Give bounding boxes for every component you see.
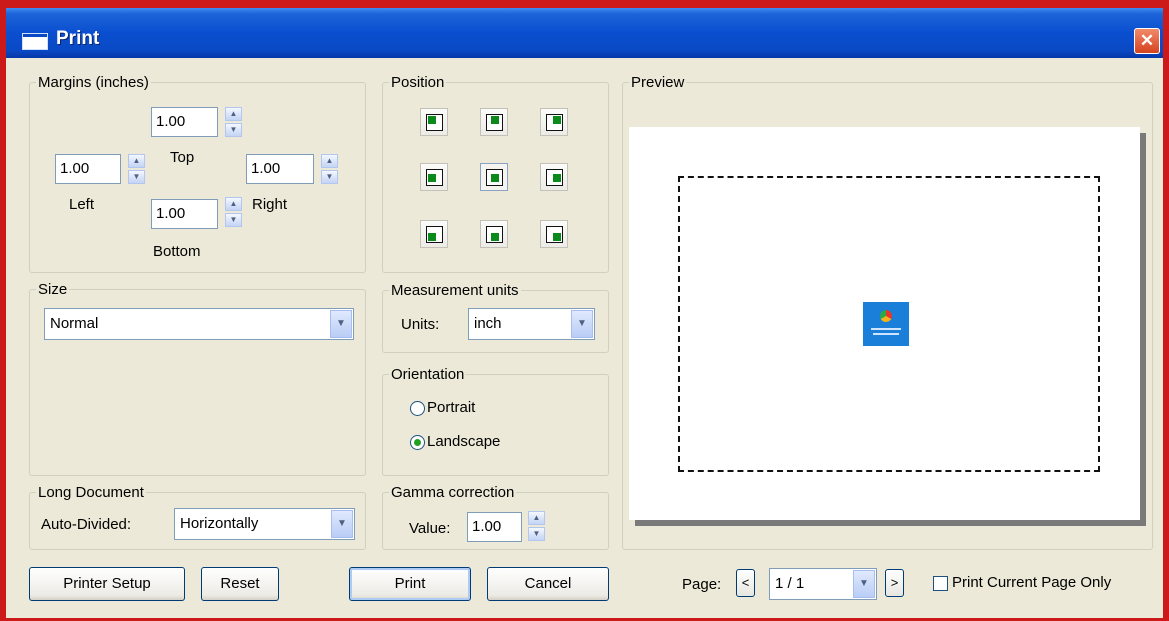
position-legend: Position — [391, 74, 445, 91]
page-label: Page: — [682, 576, 722, 593]
auto-divided-label: Auto-Divided: — [41, 516, 132, 533]
units-dropdown[interactable]: inch ▼ — [468, 308, 595, 340]
units-value: inch — [474, 315, 502, 332]
gamma-legend: Gamma correction — [391, 484, 515, 501]
page-dropdown[interactable]: 1 / 1 ▼ — [769, 568, 877, 600]
chevron-down-icon[interactable]: ▼ — [330, 310, 352, 338]
print-current-page-checkbox[interactable] — [933, 576, 948, 591]
title-bar[interactable]: Print ✕ — [6, 8, 1163, 58]
preview-legend: Preview — [631, 74, 685, 91]
next-page-button[interactable]: > — [885, 569, 904, 597]
margin-bottom-label: Bottom — [153, 243, 201, 260]
size-dropdown[interactable]: Normal ▼ — [44, 308, 354, 340]
spin-down-icon[interactable]: ▼ — [128, 170, 145, 184]
position-middle-left[interactable] — [420, 163, 448, 191]
spin-down-icon[interactable]: ▼ — [528, 527, 545, 541]
position-bottom-center[interactable] — [480, 220, 508, 248]
preview-page — [629, 127, 1140, 520]
portrait-label[interactable]: Portrait — [427, 399, 475, 416]
cancel-button[interactable]: Cancel — [487, 567, 609, 601]
prev-page-button[interactable]: < — [736, 569, 755, 597]
orientation-legend: Orientation — [391, 366, 465, 383]
printer-setup-button[interactable]: Printer Setup — [29, 567, 185, 601]
spin-up-icon[interactable]: ▲ — [225, 107, 242, 121]
margin-bottom-spinner[interactable]: ▲ ▼ — [225, 197, 242, 227]
margin-right-label: Right — [252, 196, 288, 213]
spin-down-icon[interactable]: ▼ — [225, 123, 242, 137]
margin-right-spinner[interactable]: ▲ ▼ — [321, 154, 338, 184]
print-button[interactable]: Print — [349, 567, 471, 601]
spin-up-icon[interactable]: ▲ — [128, 154, 145, 168]
size-value: Normal — [50, 315, 99, 332]
spin-up-icon[interactable]: ▲ — [528, 511, 545, 525]
position-top-left[interactable] — [420, 108, 448, 136]
margin-right-field[interactable]: 1.00 — [246, 154, 314, 184]
position-middle-center[interactable] — [480, 163, 508, 191]
measurement-legend: Measurement units — [391, 282, 519, 299]
margin-left-field[interactable]: 1.00 — [55, 154, 121, 184]
landscape-radio[interactable] — [410, 435, 425, 450]
size-legend: Size — [38, 281, 68, 298]
gamma-value-field[interactable]: 1.00 — [467, 512, 522, 542]
page-value: 1 / 1 — [775, 575, 805, 592]
margin-top-field[interactable]: 1.00 — [151, 107, 218, 137]
units-label: Units: — [401, 316, 440, 333]
print-current-page-label[interactable]: Print Current Page Only — [952, 574, 1111, 591]
preview-image-thumbnail — [863, 302, 909, 346]
chevron-down-icon[interactable]: ▼ — [853, 570, 875, 598]
gamma-value-label: Value: — [409, 520, 451, 537]
margins-legend: Margins (inches) — [38, 74, 149, 91]
reset-button[interactable]: Reset — [201, 567, 279, 601]
print-dialog: Print ✕ Margins (inches) 1.00 ▲ ▼ Top 1.0… — [6, 8, 1163, 618]
position-top-right[interactable] — [540, 108, 568, 136]
margin-left-label: Left — [69, 196, 95, 213]
margin-left-spinner[interactable]: ▲ ▼ — [128, 154, 145, 184]
orientation-group: Orientation — [382, 366, 609, 476]
spin-down-icon[interactable]: ▼ — [225, 213, 242, 227]
position-bottom-right[interactable] — [540, 220, 568, 248]
chevron-down-icon[interactable]: ▼ — [571, 310, 593, 338]
window-title: Print — [56, 28, 100, 49]
window-icon — [22, 33, 48, 50]
position-middle-right[interactable] — [540, 163, 568, 191]
margin-top-spinner[interactable]: ▲ ▼ — [225, 107, 242, 137]
auto-divided-dropdown[interactable]: Horizontally ▼ — [174, 508, 355, 540]
close-button[interactable]: ✕ — [1134, 28, 1160, 54]
portrait-radio[interactable] — [410, 401, 425, 416]
auto-divided-value: Horizontally — [180, 515, 259, 532]
landscape-label[interactable]: Landscape — [427, 433, 500, 450]
spin-up-icon[interactable]: ▲ — [225, 197, 242, 211]
position-bottom-left[interactable] — [420, 220, 448, 248]
long-document-legend: Long Document — [38, 484, 144, 501]
chevron-down-icon[interactable]: ▼ — [331, 510, 353, 538]
spin-up-icon[interactable]: ▲ — [321, 154, 338, 168]
margin-bottom-field[interactable]: 1.00 — [151, 199, 218, 229]
position-top-center[interactable] — [480, 108, 508, 136]
spin-down-icon[interactable]: ▼ — [321, 170, 338, 184]
margin-top-label: Top — [170, 149, 195, 166]
gamma-spinner[interactable]: ▲ ▼ — [528, 511, 545, 541]
